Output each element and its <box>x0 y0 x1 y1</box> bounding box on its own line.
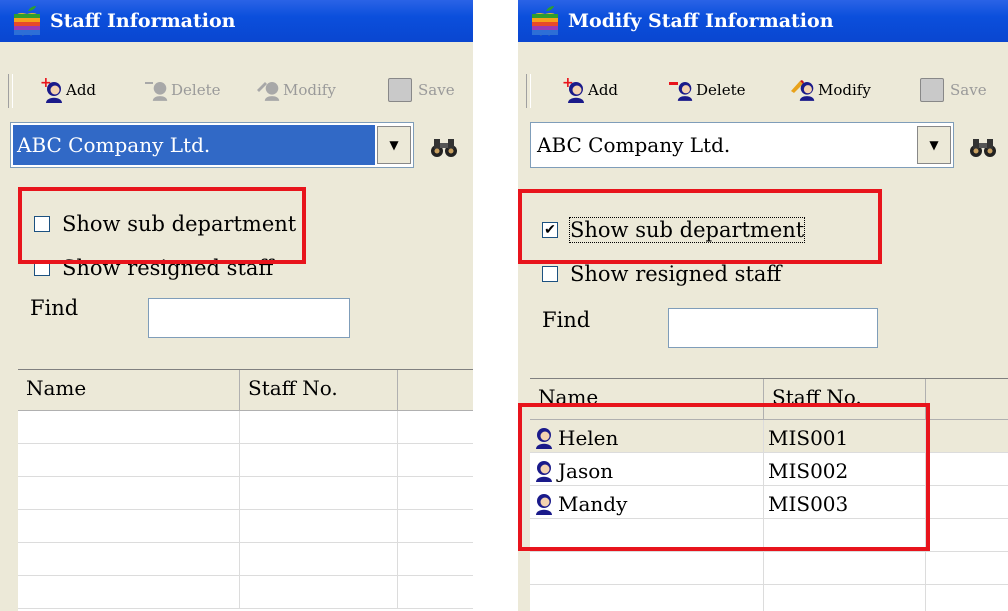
staff-grid: Name Staff No. <box>18 369 473 611</box>
find-label: Find <box>542 308 591 332</box>
delete-button[interactable]: Delete <box>143 76 220 104</box>
delete-user-icon <box>143 76 171 104</box>
highlight-box <box>18 187 306 264</box>
staff-information-window: Staff Information + Add Delete Modify Sa… <box>0 0 473 611</box>
binoculars-search-icon[interactable] <box>427 132 461 162</box>
table-row[interactable] <box>18 444 473 477</box>
add-user-icon: + <box>560 75 588 104</box>
chevron-down-icon[interactable]: ▼ <box>917 126 951 164</box>
checkbox-box[interactable] <box>542 266 558 282</box>
edit-user-icon <box>255 76 283 104</box>
highlight-box <box>518 189 882 264</box>
save-icon <box>920 78 944 102</box>
add-user-icon: + <box>38 75 66 104</box>
toolbar: + Add Delete Modify Save <box>0 62 473 114</box>
apple-app-icon <box>528 5 562 37</box>
add-button[interactable]: + Add <box>560 75 619 104</box>
toolbar: + Add Delete Modify Save <box>518 62 1008 114</box>
table-row[interactable] <box>18 510 473 543</box>
table-row[interactable] <box>18 477 473 510</box>
column-header-name[interactable]: Name <box>18 370 240 410</box>
binoculars-search-icon[interactable] <box>966 132 1000 162</box>
save-button[interactable]: Save <box>920 76 987 104</box>
save-button[interactable]: Save <box>388 76 455 104</box>
company-select-value: ABC Company Ltd. <box>17 133 211 157</box>
save-icon <box>388 78 412 102</box>
company-select[interactable]: ABC Company Ltd. ▼ <box>530 122 954 168</box>
grid-header: Name Staff No. <box>18 370 473 411</box>
window-title: Staff Information <box>50 10 236 32</box>
apple-app-icon <box>10 5 44 37</box>
show-resigned-staff-label: Show resigned staff <box>570 262 782 286</box>
find-label: Find <box>30 296 79 320</box>
save-label: Save <box>950 81 987 99</box>
title-bar: Modify Staff Information <box>518 0 1008 42</box>
delete-user-icon <box>668 76 696 104</box>
toolbar-grip <box>526 74 531 108</box>
add-label: Add <box>588 81 619 99</box>
table-row[interactable] <box>18 576 473 609</box>
modify-label: Modify <box>818 81 871 99</box>
find-input[interactable] <box>148 298 350 338</box>
modify-label: Modify <box>283 81 336 99</box>
delete-label: Delete <box>696 81 746 99</box>
delete-label: Delete <box>171 81 221 99</box>
add-button[interactable]: + Add <box>38 75 97 104</box>
window-title: Modify Staff Information <box>568 10 834 32</box>
delete-button[interactable]: Delete <box>668 76 745 104</box>
modify-button[interactable]: Modify <box>790 76 871 104</box>
table-row[interactable] <box>530 585 1008 611</box>
table-row[interactable] <box>18 543 473 576</box>
show-resigned-staff-checkbox[interactable]: Show resigned staff <box>542 262 781 286</box>
highlight-box <box>518 403 930 551</box>
find-input[interactable] <box>668 308 878 348</box>
column-header-staff-no[interactable]: Staff No. <box>240 370 398 410</box>
table-row[interactable] <box>530 552 1008 585</box>
modify-button[interactable]: Modify <box>255 76 336 104</box>
company-select-value: ABC Company Ltd. <box>537 133 731 157</box>
edit-user-icon <box>790 76 818 104</box>
company-select[interactable]: ABC Company Ltd. ▼ <box>10 122 414 168</box>
table-row[interactable] <box>18 411 473 444</box>
chevron-down-icon[interactable]: ▼ <box>377 126 411 164</box>
toolbar-grip <box>8 74 13 108</box>
add-label: Add <box>66 81 97 99</box>
modify-staff-information-window: Modify Staff Information + Add Delete Mo… <box>518 0 1008 611</box>
save-label: Save <box>418 81 455 99</box>
title-bar: Staff Information <box>0 0 473 42</box>
